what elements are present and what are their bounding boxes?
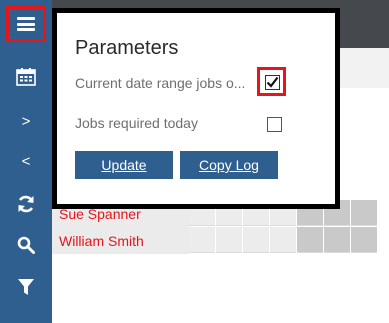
grid-cell[interactable] bbox=[351, 200, 377, 226]
menu-icon bbox=[17, 17, 35, 31]
current-date-range-checkbox[interactable] bbox=[265, 75, 280, 90]
grid-cell[interactable] bbox=[351, 227, 377, 253]
jobs-required-today-checkbox[interactable] bbox=[267, 117, 282, 132]
previous-button[interactable]: < bbox=[0, 141, 52, 181]
refresh-icon bbox=[18, 195, 34, 213]
calendar-button[interactable] bbox=[0, 57, 52, 97]
row-cells bbox=[189, 227, 378, 254]
resource-name[interactable]: William Smith bbox=[52, 227, 189, 254]
grid-cell[interactable] bbox=[189, 227, 215, 253]
refresh-button[interactable] bbox=[0, 184, 52, 224]
checkmark-icon bbox=[266, 76, 279, 88]
search-button[interactable] bbox=[0, 225, 52, 265]
filter-icon bbox=[18, 279, 34, 295]
checkbox-highlight bbox=[257, 67, 286, 96]
panel-title: Parameters bbox=[75, 37, 179, 59]
grid-cell[interactable] bbox=[324, 227, 350, 253]
parameters-panel: Parameters Current date range jobs o... … bbox=[52, 8, 340, 209]
grid-cell[interactable] bbox=[270, 227, 296, 253]
update-button[interactable]: Update bbox=[75, 151, 173, 179]
left-toolbar: > < bbox=[0, 0, 52, 323]
table-row[interactable]: William Smith bbox=[52, 227, 389, 254]
current-date-range-label: Current date range jobs o... bbox=[75, 75, 246, 91]
next-button[interactable]: > bbox=[0, 101, 52, 141]
calendar-icon bbox=[16, 68, 36, 86]
search-icon bbox=[17, 236, 35, 254]
menu-button[interactable] bbox=[6, 6, 46, 42]
grid-cell[interactable] bbox=[216, 227, 242, 253]
grid-cell[interactable] bbox=[297, 227, 323, 253]
chevron-right-icon: > bbox=[21, 112, 31, 130]
jobs-required-today-label: Jobs required today bbox=[75, 115, 198, 131]
copy-log-button[interactable]: Copy Log bbox=[180, 151, 278, 179]
chevron-left-icon: < bbox=[21, 152, 31, 170]
grid-cell[interactable] bbox=[243, 227, 269, 253]
filter-button[interactable] bbox=[0, 267, 52, 307]
